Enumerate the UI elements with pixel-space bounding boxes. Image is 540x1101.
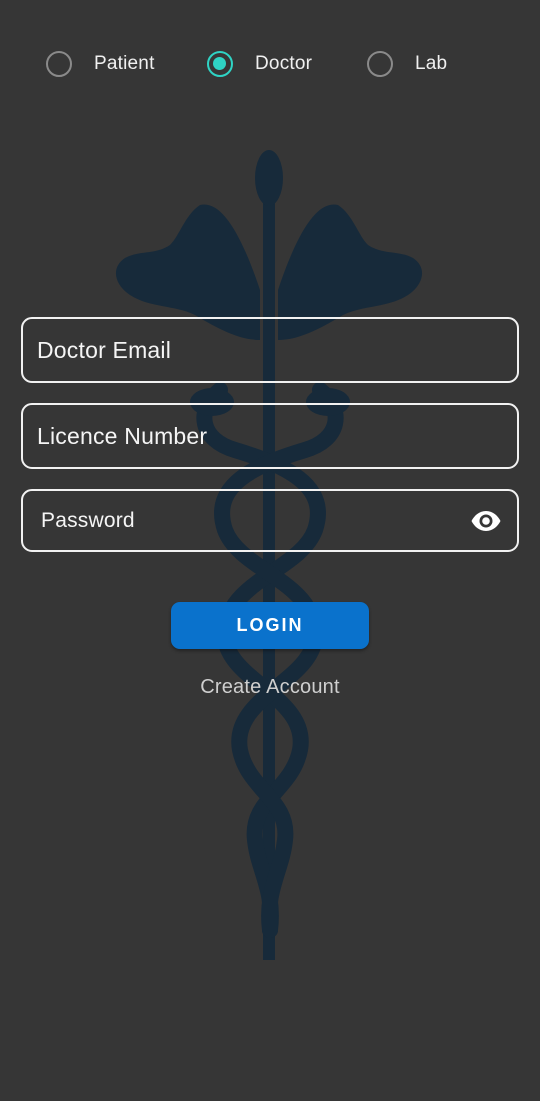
patient-label: Patient xyxy=(94,53,155,74)
role-option-doctor[interactable]: Doctor xyxy=(207,44,312,84)
lab-radio[interactable] xyxy=(367,51,393,77)
licence-number-field[interactable]: Licence Number xyxy=(21,403,519,469)
create-account-link[interactable]: Create Account xyxy=(0,676,540,699)
patient-radio[interactable] xyxy=(46,51,72,77)
password-placeholder: Password xyxy=(41,508,135,532)
doctor-label: Doctor xyxy=(255,53,313,74)
login-screen: Patient Doctor Lab Doctor Email Licence … xyxy=(0,0,540,1101)
caduceus-emblem-icon xyxy=(115,150,423,960)
login-button[interactable]: LOGIN xyxy=(171,602,369,649)
role-option-lab[interactable]: Lab xyxy=(367,44,447,84)
doctor-email-field[interactable]: Doctor Email xyxy=(21,317,519,383)
role-option-patient[interactable]: Patient xyxy=(46,44,155,84)
password-field[interactable]: Password xyxy=(21,489,519,552)
doctor-radio[interactable] xyxy=(207,51,233,77)
doctor-email-placeholder: Doctor Email xyxy=(37,336,172,363)
licence-number-placeholder: Licence Number xyxy=(37,422,208,449)
lab-label: Lab xyxy=(415,53,448,74)
eye-icon[interactable] xyxy=(471,510,501,532)
role-selector: Patient Doctor Lab xyxy=(0,44,540,84)
